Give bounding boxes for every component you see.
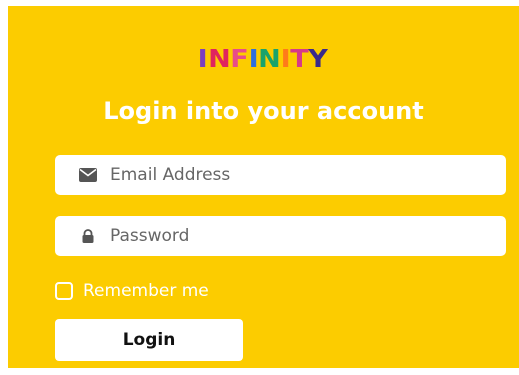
email-input[interactable] — [110, 165, 470, 185]
logo-letter: F — [229, 44, 250, 73]
page-title: Login into your account — [103, 97, 424, 125]
remember-me-label: Remember me — [83, 281, 209, 301]
password-input[interactable] — [110, 226, 470, 246]
logo-letter: Y — [308, 44, 330, 73]
login-button[interactable]: Login — [55, 319, 243, 361]
logo-letter: N — [207, 44, 232, 73]
password-field[interactable] — [55, 216, 506, 256]
logo-letter: T — [290, 44, 311, 73]
remember-me-checkbox[interactable] — [55, 282, 73, 300]
remember-me-row[interactable]: Remember me — [55, 281, 209, 301]
envelope-icon — [78, 165, 98, 185]
email-field[interactable] — [55, 155, 506, 195]
lock-icon — [78, 226, 98, 246]
brand-logo: INFINITY — [8, 44, 519, 74]
logo-letter: N — [258, 44, 282, 73]
login-panel: INFINITY Login into your account Remembe… — [8, 6, 519, 368]
